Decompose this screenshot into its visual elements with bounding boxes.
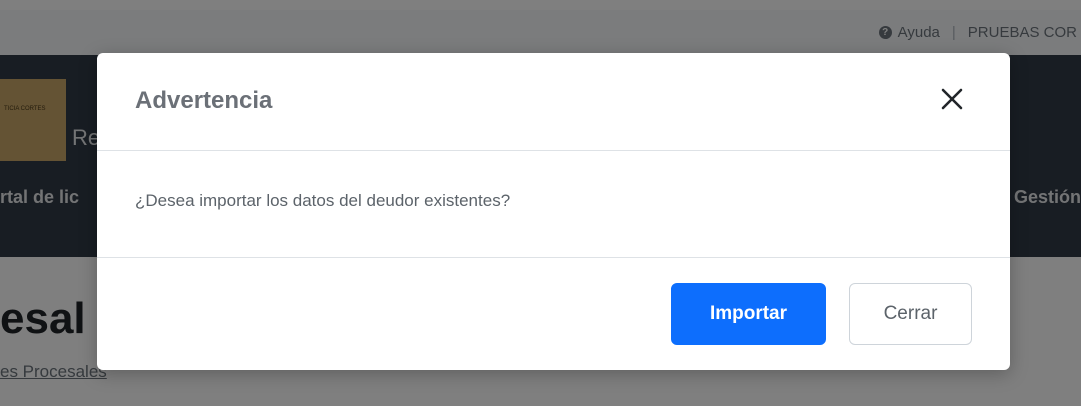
dialog-body: ¿Desea importar los datos del deudor exi… <box>97 151 1010 258</box>
dialog-message: ¿Desea importar los datos del deudor exi… <box>135 191 511 210</box>
dialog-header: Advertencia <box>97 53 1010 151</box>
close-button[interactable] <box>936 83 968 115</box>
dialog-title: Advertencia <box>135 87 273 114</box>
close-dialog-button[interactable]: Cerrar <box>849 283 972 345</box>
warning-dialog: Advertencia ¿Desea importar los datos de… <box>97 53 1010 370</box>
dialog-footer: Importar Cerrar <box>97 258 1010 370</box>
import-button[interactable]: Importar <box>671 283 826 345</box>
close-icon <box>941 88 963 110</box>
